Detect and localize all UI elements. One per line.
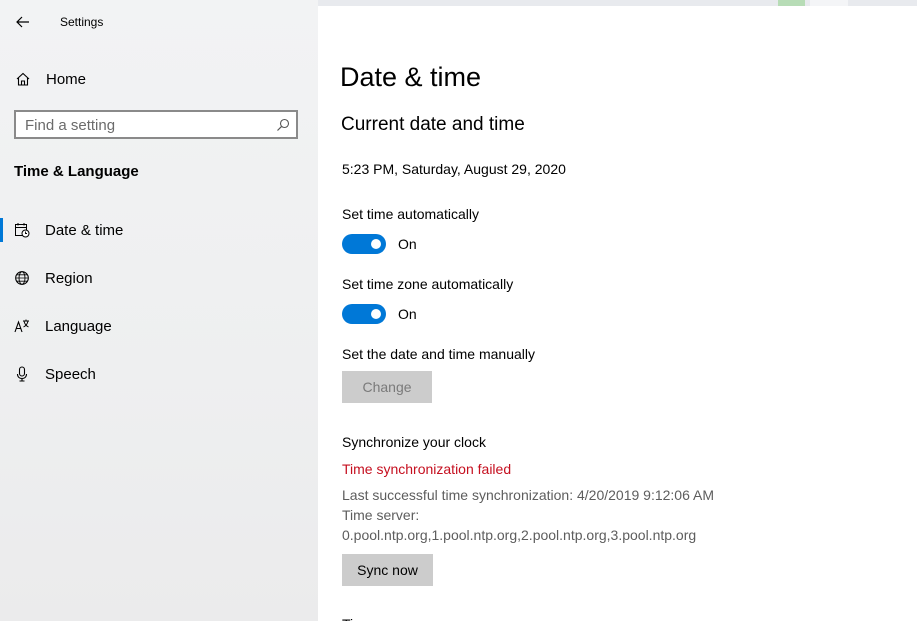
main-content: Date & time Current date and time 5:23 P… [318,6,917,621]
set-zone-auto-toggle[interactable]: On [342,304,417,324]
language-icon [14,319,29,333]
set-zone-auto-label: Set time zone automatically [342,276,514,292]
toggle-knob [371,239,381,249]
globe-icon [15,271,29,285]
sidebar-item-language[interactable]: Language [0,308,318,344]
microphone-icon [16,366,28,382]
time-server-value: 0.pool.ntp.org,1.pool.ntp.org,2.pool.ntp… [342,527,697,543]
sidebar-item-label: Language [45,318,112,335]
search-box[interactable] [14,110,298,139]
toggle-knob [371,309,381,319]
sync-now-button[interactable]: Sync now [342,554,433,586]
toggle-switch[interactable] [342,234,386,254]
search-input[interactable] [25,116,265,134]
back-arrow-icon [16,16,29,28]
sidebar-item-date-time[interactable]: Date & time [0,212,318,248]
toggle-switch[interactable] [342,304,386,324]
last-sync-text: Last successful time synchronization: 4/… [342,487,714,503]
sidebar-item-home[interactable]: Home [0,62,318,96]
next-section-heading: Ti [342,616,353,621]
current-datetime-heading: Current date and time [341,114,525,135]
sync-heading: Synchronize your clock [342,434,486,450]
selection-indicator [0,218,3,242]
toggle-state-label: On [398,306,417,322]
calendar-clock-icon [15,223,30,238]
search-icon[interactable] [276,118,290,132]
sidebar-item-speech[interactable]: Speech [0,356,318,392]
set-time-auto-toggle[interactable]: On [342,234,417,254]
sidebar-item-label: Date & time [45,222,124,239]
home-icon [16,72,30,86]
toggle-state-label: On [398,236,417,252]
sync-error-text: Time synchronization failed [342,461,512,477]
time-server-label: Time server: [342,507,420,523]
sidebar-item-label: Region [45,270,93,287]
section-title: Time & Language [14,163,139,180]
app-title: Settings [60,15,104,29]
change-button[interactable]: Change [342,371,432,403]
sidebar: Settings Home Time & Language Date & [0,0,318,621]
set-time-auto-label: Set time automatically [342,206,479,222]
current-datetime-value: 5:23 PM, Saturday, August 29, 2020 [342,161,566,177]
manual-datetime-label: Set the date and time manually [342,346,536,362]
back-button[interactable] [11,10,35,34]
sidebar-item-label: Speech [45,366,96,383]
sidebar-item-region[interactable]: Region [0,260,318,296]
settings-window: Settings Home Time & Language Date & [0,0,917,621]
page-title: Date & time [340,62,482,92]
home-label: Home [46,71,87,88]
